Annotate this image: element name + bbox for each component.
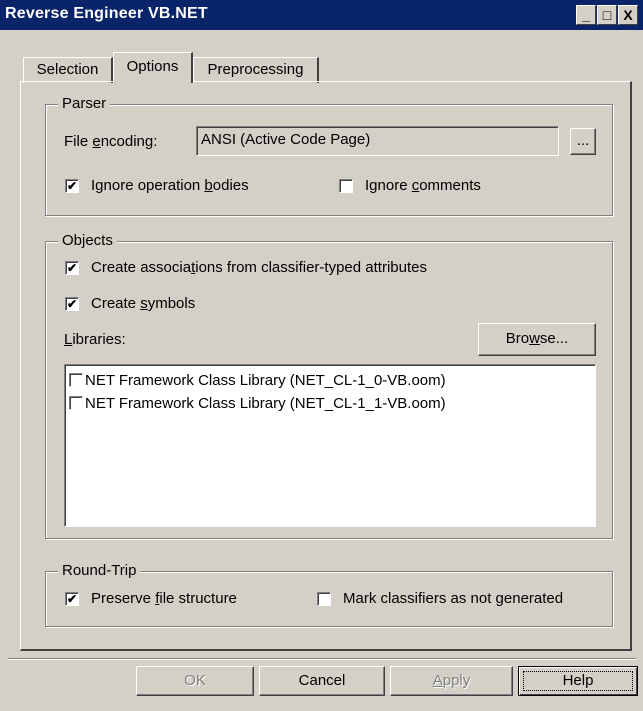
mark-classifiers-label: Mark classifiers as not generated bbox=[343, 590, 564, 607]
tab-options[interactable]: Options bbox=[113, 52, 193, 83]
encoding-browse-button[interactable]: ... bbox=[570, 128, 596, 155]
cancel-button[interactable]: Cancel bbox=[259, 666, 385, 696]
ignore-bodies-label: Ignore operation bodies bbox=[91, 177, 249, 194]
library-item[interactable]: NET Framework Class Library (NET_CL-1_1-… bbox=[69, 393, 446, 415]
libraries-list[interactable]: NET Framework Class Library (NET_CL-1_0-… bbox=[64, 364, 596, 527]
close-button[interactable]: X bbox=[618, 5, 638, 25]
ignore-comments-checkbox[interactable] bbox=[339, 179, 353, 193]
mark-classifiers-checkbox[interactable] bbox=[317, 592, 331, 606]
maximize-button[interactable]: □ bbox=[597, 5, 617, 25]
library-checkbox[interactable] bbox=[69, 373, 83, 388]
minimize-button[interactable]: _ bbox=[576, 5, 596, 25]
file-encoding-label: File encoding: bbox=[64, 133, 158, 150]
library-label: NET Framework Class Library (NET_CL-1_0-… bbox=[85, 372, 446, 389]
libraries-label: Libraries: bbox=[64, 331, 126, 348]
ignore-comments-label: Ignore comments bbox=[365, 177, 481, 194]
parser-group: Parser bbox=[45, 95, 613, 216]
help-focus-rect bbox=[523, 671, 633, 691]
apply-button[interactable]: Apply bbox=[390, 666, 513, 696]
library-item[interactable]: NET Framework Class Library (NET_CL-1_0-… bbox=[69, 370, 446, 392]
file-encoding-field[interactable]: ANSI (Active Code Page) bbox=[196, 126, 559, 156]
tab-selection[interactable]: Selection bbox=[23, 57, 113, 83]
create-associations-label: Create associations from classifier-type… bbox=[91, 259, 427, 276]
objects-legend: Objects bbox=[58, 232, 117, 250]
roundtrip-legend: Round-Trip bbox=[58, 562, 141, 580]
ok-button[interactable]: OK bbox=[136, 666, 254, 696]
tab-preprocessing[interactable]: Preprocessing bbox=[193, 57, 319, 83]
create-associations-checkbox[interactable]: ✔ bbox=[65, 261, 79, 275]
create-symbols-checkbox[interactable]: ✔ bbox=[65, 297, 79, 311]
browse-button[interactable]: Browse... bbox=[478, 323, 596, 356]
dialog-window: Reverse Engineer VB.NET _ □ X Selection … bbox=[0, 0, 643, 711]
parser-legend: Parser bbox=[58, 95, 111, 113]
preserve-structure-label: Preserve file structure bbox=[91, 590, 237, 607]
window-title: Reverse Engineer VB.NET bbox=[5, 5, 208, 22]
library-checkbox[interactable] bbox=[69, 396, 83, 411]
library-label: NET Framework Class Library (NET_CL-1_1-… bbox=[85, 395, 446, 412]
title-bar: Reverse Engineer VB.NET _ □ X bbox=[0, 0, 643, 30]
ignore-bodies-checkbox[interactable]: ✔ bbox=[65, 179, 79, 193]
help-button[interactable]: Help bbox=[518, 666, 638, 696]
preserve-structure-checkbox[interactable]: ✔ bbox=[65, 592, 79, 606]
create-symbols-label: Create symbols bbox=[91, 295, 196, 312]
footer-separator bbox=[8, 658, 636, 660]
